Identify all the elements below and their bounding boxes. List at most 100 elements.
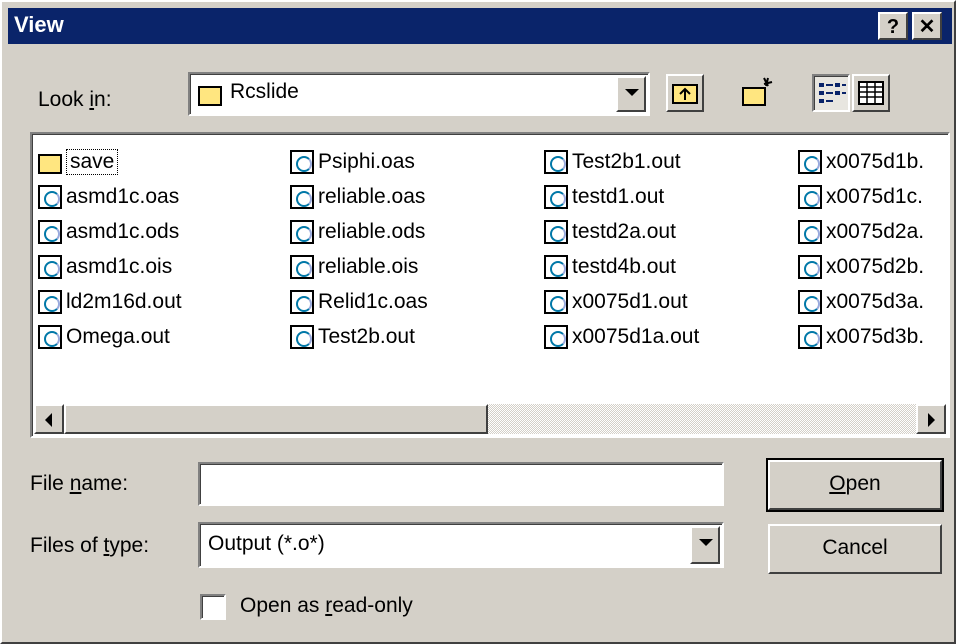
file-type-dropdown-button[interactable] — [690, 526, 720, 564]
document-icon — [544, 254, 568, 279]
file-item[interactable]: x0075d3a. — [798, 284, 924, 319]
file-name: asmd1c.oas — [66, 184, 180, 208]
open-button[interactable]: Open — [766, 458, 944, 512]
file-column-4: x0075d1b. x0075d1c. x0075d2a. x0075d2b. x007… — [798, 144, 924, 354]
document-icon — [290, 219, 314, 244]
document-icon — [798, 254, 822, 279]
scroll-left-button[interactable] — [34, 404, 64, 434]
folder-icon — [38, 153, 62, 174]
file-item[interactable]: testd4b.out — [544, 249, 699, 284]
document-icon — [38, 219, 62, 244]
scroll-right-button[interactable] — [916, 404, 946, 434]
file-name-input[interactable] — [198, 462, 724, 506]
document-icon — [290, 289, 314, 314]
read-only-checkbox[interactable] — [200, 594, 226, 620]
file-item[interactable]: reliable.ois — [290, 249, 428, 284]
file-item[interactable]: x0075d2b. — [798, 249, 924, 284]
file-list[interactable]: save asmd1c.oas asmd1c.ods asmd1c.ois ld2m16… — [30, 132, 950, 438]
file-name: x0075d3a. — [826, 289, 925, 313]
file-name: testd4b.out — [572, 254, 676, 278]
file-name: x0075d1.out — [572, 289, 688, 313]
document-icon — [544, 324, 568, 349]
file-name: Psiphi.oas — [318, 149, 415, 173]
file-name: Test2b.out — [318, 324, 415, 348]
look-in-dropdown-button[interactable] — [616, 76, 646, 112]
file-item[interactable]: reliable.oas — [290, 179, 428, 214]
document-icon — [544, 149, 568, 174]
file-item[interactable]: x0075d2a. — [798, 214, 924, 249]
cancel-button[interactable]: Cancel — [768, 524, 942, 574]
file-name-label: File name: — [30, 472, 129, 495]
file-item[interactable]: Test2b.out — [290, 319, 428, 354]
file-name: Relid1c.oas — [318, 289, 428, 313]
file-item[interactable]: asmd1c.ods — [38, 214, 182, 249]
horizontal-scrollbar[interactable] — [34, 404, 946, 434]
look-in-combo[interactable]: Rcslide — [188, 72, 650, 116]
file-item[interactable]: ld2m16d.out — [38, 284, 182, 319]
file-name: x0075d3b. — [826, 324, 925, 348]
file-item[interactable]: Omega.out — [38, 319, 182, 354]
file-item[interactable]: Psiphi.oas — [290, 144, 428, 179]
file-item[interactable]: x0075d3b. — [798, 319, 924, 354]
document-icon — [544, 289, 568, 314]
file-column-2: Psiphi.oas reliable.oas reliable.ods reliab… — [290, 144, 428, 354]
document-icon — [798, 324, 822, 349]
file-name: asmd1c.ois — [66, 254, 173, 278]
close-button[interactable]: ✕ — [912, 12, 942, 40]
document-icon — [798, 184, 822, 209]
document-icon — [290, 324, 314, 349]
file-column-1: save asmd1c.oas asmd1c.ods asmd1c.ois ld2m16… — [38, 144, 182, 354]
document-icon — [798, 289, 822, 314]
file-item[interactable]: Relid1c.oas — [290, 284, 428, 319]
file-name: x0075d2a. — [826, 219, 925, 243]
document-icon — [544, 184, 568, 209]
file-item[interactable]: asmd1c.ois — [38, 249, 182, 284]
file-item[interactable]: reliable.ods — [290, 214, 428, 249]
file-type-value: Output (*.o*) — [208, 532, 325, 555]
document-icon — [290, 184, 314, 209]
file-name: reliable.ods — [318, 219, 426, 243]
help-button[interactable]: ? — [878, 12, 908, 40]
file-name: x0075d1b. — [826, 149, 925, 173]
file-name: x0075d1c. — [826, 184, 923, 208]
document-icon — [290, 149, 314, 174]
folder-up-icon[interactable] — [666, 74, 704, 112]
file-item[interactable]: asmd1c.oas — [38, 179, 182, 214]
file-item[interactable]: Test2b1.out — [544, 144, 699, 179]
document-icon — [798, 219, 822, 244]
file-name: reliable.ois — [318, 254, 419, 278]
file-item[interactable]: x0075d1.out — [544, 284, 699, 319]
document-icon — [544, 219, 568, 244]
file-item[interactable]: testd1.out — [544, 179, 699, 214]
file-item[interactable]: x0075d1a.out — [544, 319, 699, 354]
details-view-icon[interactable] — [852, 74, 890, 112]
look-in-value: Rcslide — [230, 80, 299, 103]
document-icon — [38, 289, 62, 314]
file-type-combo[interactable]: Output (*.o*) — [198, 522, 724, 568]
file-type-label: Files of type: — [30, 534, 150, 557]
file-item[interactable]: x0075d1c. — [798, 179, 924, 214]
file-name: save — [66, 148, 119, 175]
list-view-icon[interactable] — [812, 74, 850, 112]
look-in-label: Look in: — [38, 88, 112, 111]
file-name: testd1.out — [572, 184, 665, 208]
scroll-thumb[interactable] — [64, 404, 488, 434]
file-name: reliable.oas — [318, 184, 426, 208]
file-item[interactable]: x0075d1b. — [798, 144, 924, 179]
folder-item[interactable]: save — [38, 144, 182, 179]
file-name: x0075d1a.out — [572, 324, 700, 348]
document-icon — [290, 254, 314, 279]
file-name: testd2a.out — [572, 219, 676, 243]
document-icon — [798, 149, 822, 174]
read-only-label[interactable]: Open as read-only — [240, 594, 413, 618]
file-item[interactable]: testd2a.out — [544, 214, 699, 249]
window-title: View — [14, 12, 64, 37]
file-column-3: Test2b1.out testd1.out testd2a.out testd4b.… — [544, 144, 699, 354]
document-icon — [38, 254, 62, 279]
file-name: x0075d2b. — [826, 254, 925, 278]
new-folder-icon[interactable] — [738, 74, 776, 112]
title-bar[interactable]: View ? ✕ — [8, 8, 952, 44]
file-name: ld2m16d.out — [66, 289, 182, 313]
file-name: Test2b1.out — [572, 149, 681, 173]
file-name: Omega.out — [66, 324, 170, 348]
